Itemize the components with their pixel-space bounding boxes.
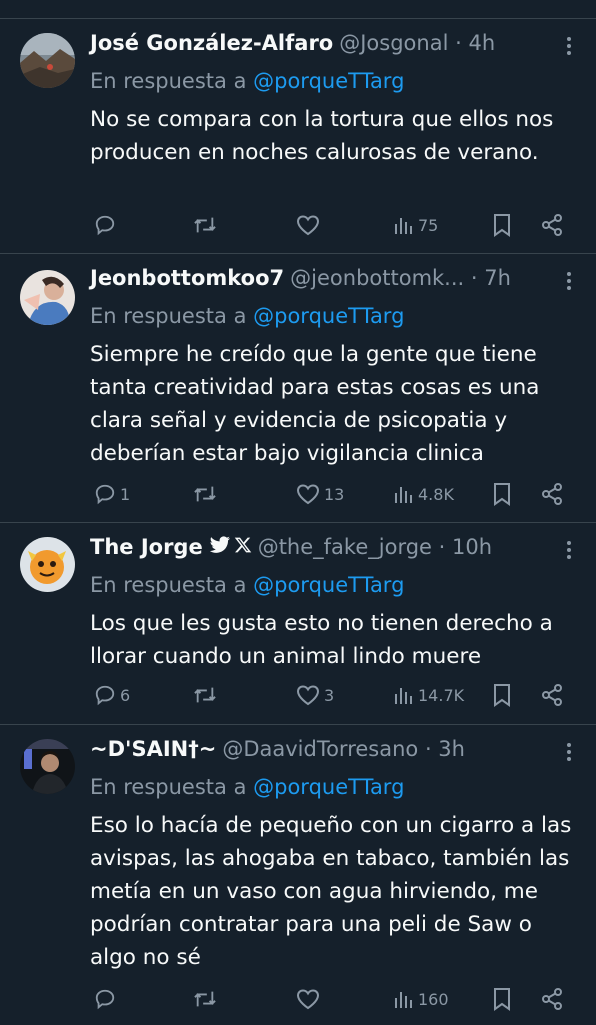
retweet-button[interactable] [192, 984, 222, 1014]
handle[interactable]: @Josgonal · 4h [339, 31, 495, 55]
x-logo-icon [234, 535, 252, 559]
bookmark-icon [494, 214, 510, 237]
tweet-header: Jeonbottomkoo7 @jeonbottomk... · 7h [90, 266, 568, 296]
reply-context: En respuesta a @porqueTTarg [90, 573, 405, 597]
reply-button[interactable] [94, 210, 120, 240]
heart-icon [296, 685, 320, 706]
bookmark-button[interactable] [492, 680, 512, 710]
reply-icon [95, 685, 115, 706]
views-button[interactable]: 75 [394, 210, 438, 240]
share-icon [542, 214, 562, 236]
share-icon [542, 684, 562, 706]
mention-link[interactable]: @porqueTTarg [253, 304, 404, 328]
views-icon [395, 487, 412, 503]
timestamp: · 3h [424, 737, 465, 761]
views-icon [395, 688, 412, 704]
retweet-icon [194, 217, 216, 233]
action-bar: 160 [90, 984, 576, 1014]
more-icon[interactable] [566, 743, 572, 763]
action-bar: 75 [90, 210, 576, 240]
bird-icon [209, 536, 231, 559]
share-button[interactable] [540, 984, 564, 1014]
views-icon [395, 218, 412, 234]
display-name[interactable]: ~D'SAIN†~ [90, 737, 216, 761]
avatar[interactable] [20, 270, 75, 325]
tweet-header: The Jorge @the_fake_jorge · 10h [90, 535, 568, 565]
retweet-icon [194, 486, 216, 502]
handle[interactable]: @jeonbottomk... · 7h [290, 266, 511, 290]
tweet-text: Los que les gusta esto no tienen derecho… [90, 611, 553, 669]
like-button[interactable] [296, 984, 324, 1014]
reply-context: En respuesta a @porqueTTarg [90, 775, 405, 799]
avatar[interactable] [20, 537, 75, 592]
reply-icon [95, 989, 115, 1010]
display-name[interactable]: José González-Alfaro [90, 31, 333, 55]
handle[interactable]: @DaavidTorresano · 3h [222, 737, 465, 761]
mention-link[interactable]: @porqueTTarg [253, 69, 404, 93]
bookmark-icon [494, 684, 510, 707]
more-icon[interactable] [566, 541, 572, 561]
bookmark-button[interactable] [492, 210, 512, 240]
timestamp: · 10h [438, 535, 493, 559]
tweet-2[interactable]: Jeonbottomkoo7 @jeonbottomk... · 7h En r… [0, 254, 596, 523]
reply-button[interactable]: 6 [94, 680, 130, 710]
views-button[interactable]: 4.8K [394, 479, 454, 509]
timestamp: · 7h [470, 266, 511, 290]
display-name[interactable]: The Jorge [90, 535, 203, 559]
tweet-3[interactable]: The Jorge @the_fake_jorge · 10h En respu… [0, 523, 596, 725]
avatar[interactable] [20, 33, 75, 88]
retweet-button[interactable] [192, 680, 222, 710]
like-button[interactable]: 3 [296, 680, 334, 710]
heart-icon [296, 215, 320, 236]
retweet-button[interactable] [192, 210, 222, 240]
share-button[interactable] [540, 210, 564, 240]
timestamp: · 4h [455, 31, 496, 55]
mention-link[interactable]: @porqueTTarg [253, 775, 404, 799]
reply-context: En respuesta a @porqueTTarg [90, 69, 405, 93]
tweet-text: Eso lo hacía de pequeño con un cigarro a… [90, 813, 572, 970]
like-button[interactable]: 13 [296, 479, 344, 509]
more-icon[interactable] [566, 37, 572, 57]
tweet-text: No se compara con la tortura que ellos n… [90, 107, 554, 165]
tweet-4[interactable]: ~D'SAIN†~ @DaavidTorresano · 3h En respu… [0, 725, 596, 1025]
tweet-text: Siempre he creído que la gente que tiene… [90, 342, 540, 466]
reply-button[interactable]: 1 [94, 479, 130, 509]
bookmark-icon [494, 988, 510, 1011]
tweet-header: ~D'SAIN†~ @DaavidTorresano · 3h [90, 737, 568, 767]
share-button[interactable] [540, 479, 564, 509]
bookmark-button[interactable] [492, 479, 512, 509]
display-name[interactable]: Jeonbottomkoo7 [90, 266, 284, 290]
views-icon [395, 992, 412, 1008]
avatar[interactable] [20, 739, 75, 794]
bookmark-icon [494, 483, 510, 506]
retweet-icon [194, 687, 216, 703]
tweet-1[interactable]: José González-Alfaro @Josgonal · 4h En r… [0, 19, 596, 254]
heart-icon [296, 989, 320, 1010]
share-button[interactable] [540, 680, 564, 710]
views-button[interactable]: 14.7K [394, 680, 464, 710]
more-icon[interactable] [566, 272, 572, 292]
share-icon [542, 483, 562, 505]
heart-icon [296, 484, 320, 505]
retweet-icon [194, 991, 216, 1007]
retweet-button[interactable] [192, 479, 222, 509]
like-button[interactable] [296, 210, 324, 240]
action-bar: 6 3 14.7K [90, 680, 576, 710]
action-bar: 1 13 4.8K [90, 479, 576, 509]
reply-icon [95, 484, 115, 505]
share-icon [542, 988, 562, 1010]
tweet-header: José González-Alfaro @Josgonal · 4h [90, 31, 568, 61]
reply-button[interactable] [94, 984, 120, 1014]
name-badges [209, 535, 252, 559]
views-button[interactable]: 160 [394, 984, 449, 1014]
bookmark-button[interactable] [492, 984, 512, 1014]
reply-context: En respuesta a @porqueTTarg [90, 304, 405, 328]
reply-icon [95, 215, 115, 236]
mention-link[interactable]: @porqueTTarg [253, 573, 404, 597]
handle[interactable]: @the_fake_jorge · 10h [258, 535, 492, 559]
